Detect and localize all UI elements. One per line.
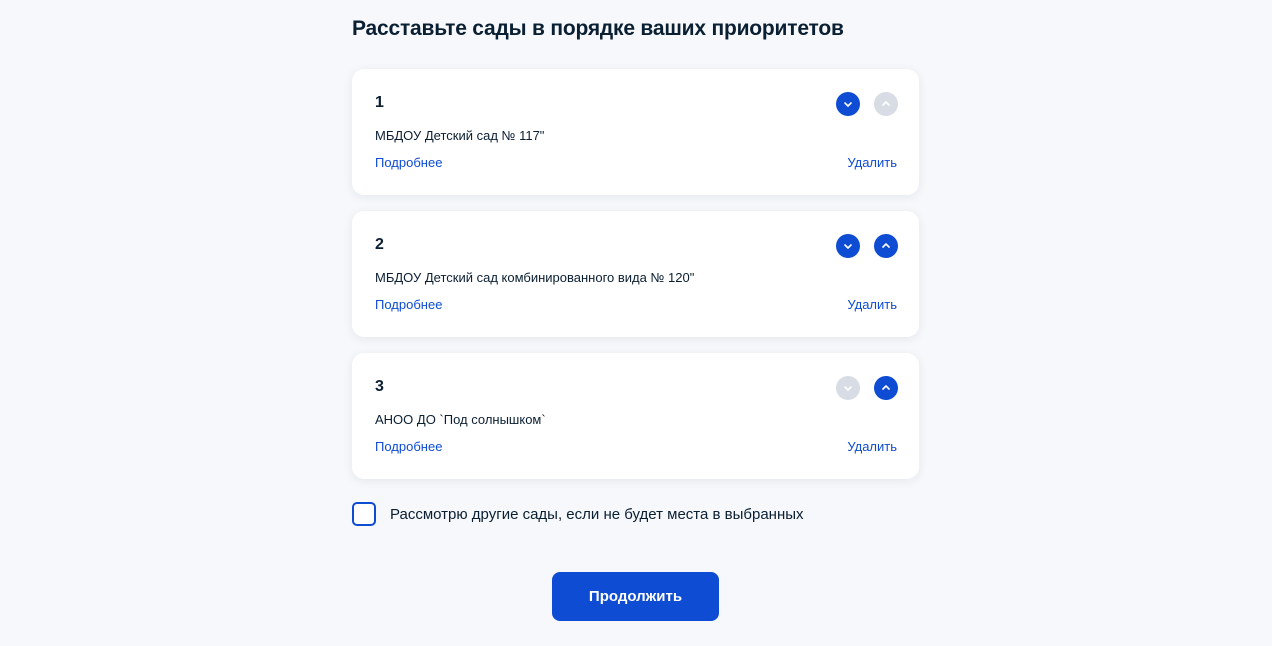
- garden-card-2: 2 МБДОУ Детский сад комбинированного вид…: [352, 211, 919, 337]
- move-down-button[interactable]: [836, 92, 860, 116]
- other-gardens-option[interactable]: Рассмотрю другие сады, если не будет мес…: [352, 502, 804, 526]
- other-gardens-checkbox[interactable]: [352, 502, 376, 526]
- move-down-button[interactable]: [836, 376, 860, 400]
- other-gardens-label[interactable]: Рассмотрю другие сады, если не будет мес…: [390, 506, 804, 523]
- card-number: 2: [375, 236, 384, 253]
- details-link[interactable]: Подробнее: [375, 297, 442, 312]
- garden-name: АНОО ДО `Под солнышком`: [375, 412, 546, 427]
- chevron-down-icon: [844, 102, 852, 107]
- delete-link[interactable]: Удалить: [847, 439, 897, 454]
- delete-link[interactable]: Удалить: [847, 297, 897, 312]
- chevron-up-icon: [882, 243, 890, 248]
- chevron-up-icon: [882, 385, 890, 390]
- details-link[interactable]: Подробнее: [375, 439, 442, 454]
- chevron-down-icon: [844, 386, 852, 391]
- card-number: 3: [375, 378, 384, 395]
- move-up-button[interactable]: [874, 92, 898, 116]
- chevron-up-icon: [882, 101, 890, 106]
- garden-card-3: 3 АНОО ДО `Под солнышком` Подробнее Удал…: [352, 353, 919, 479]
- move-up-button[interactable]: [874, 376, 898, 400]
- garden-name: МБДОУ Детский сад № 117": [375, 128, 545, 143]
- move-up-button[interactable]: [874, 234, 898, 258]
- details-link[interactable]: Подробнее: [375, 155, 442, 170]
- card-number: 1: [375, 94, 384, 111]
- delete-link[interactable]: Удалить: [847, 155, 897, 170]
- continue-button[interactable]: Продолжить: [552, 572, 719, 621]
- page-title: Расставьте сады в порядке ваших приорите…: [352, 17, 844, 40]
- chevron-down-icon: [844, 244, 852, 249]
- move-down-button[interactable]: [836, 234, 860, 258]
- garden-card-1: 1 МБДОУ Детский сад № 117" Подробнее Уда…: [352, 69, 919, 195]
- garden-name: МБДОУ Детский сад комбинированного вида …: [375, 270, 695, 285]
